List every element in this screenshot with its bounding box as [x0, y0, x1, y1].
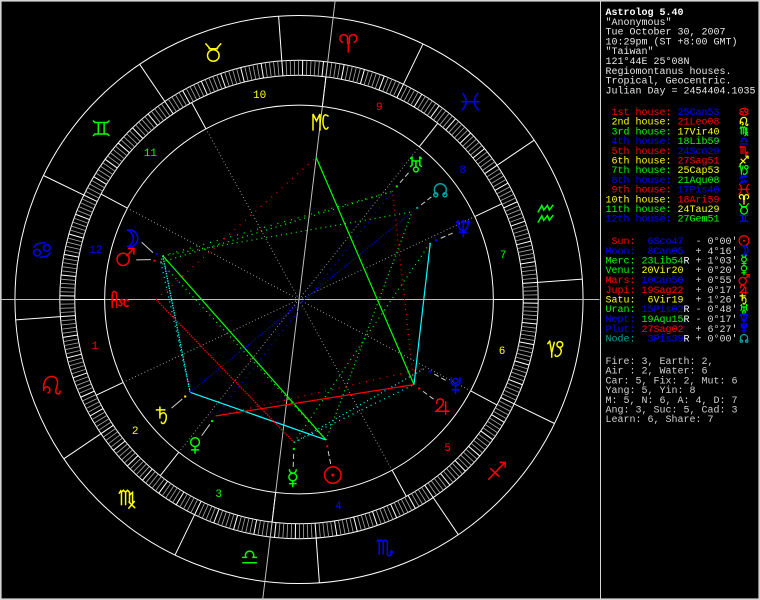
svg-text:6: 6: [499, 346, 506, 358]
svg-text:5: 5: [444, 443, 451, 455]
svg-text:2: 2: [132, 426, 139, 438]
svg-text:10: 10: [253, 90, 266, 102]
svg-text:11: 11: [144, 148, 158, 160]
svg-text:8: 8: [459, 165, 466, 177]
svg-text:4: 4: [335, 501, 342, 513]
svg-text:12th house: 27Gem51: 12th house: 27Gem51: [606, 214, 720, 226]
svg-text:Learn: 6, Share: 7: Learn: 6, Share: 7: [606, 414, 714, 426]
svg-text:12: 12: [89, 245, 102, 257]
svg-text:1: 1: [91, 341, 98, 353]
svg-text:7: 7: [500, 250, 507, 262]
svg-text:Node: 3Pis39R + 0°00': Node: 3Pis39R + 0°00': [606, 334, 738, 346]
svg-text:3: 3: [215, 489, 222, 501]
svg-text:9: 9: [376, 102, 383, 114]
svg-text:Julian Day = 2454404.1035: Julian Day = 2454404.1035: [606, 85, 756, 97]
